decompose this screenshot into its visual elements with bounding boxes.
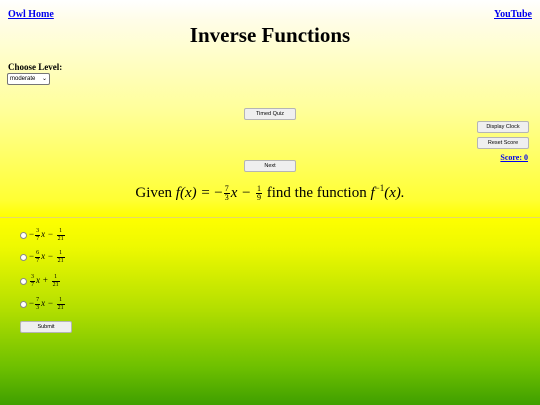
frac-denominator: 7 [36, 235, 40, 242]
option-fraction-b: 1 21 [56, 250, 65, 264]
level-selected-value: moderate [10, 76, 36, 82]
frac-denominator: 9 [256, 193, 261, 203]
display-clock-button[interactable]: Display Clock [477, 121, 529, 133]
page-title: Inverse Functions [189, 23, 351, 47]
option-op: x − [41, 229, 54, 240]
frac-denominator: 21 [52, 281, 59, 288]
frac-denominator: 21 [57, 235, 64, 242]
chevron-down-icon: ⌄ [41, 76, 47, 82]
answer-option-2[interactable]: −6 7 x − 1 21 [20, 250, 66, 264]
frac-denominator: 7 [36, 257, 40, 264]
option-fraction-b: 1 21 [56, 297, 65, 311]
section-divider [0, 217, 540, 218]
youtube-link[interactable]: YouTube [494, 9, 532, 20]
option-op: x + [36, 275, 49, 286]
radio-button[interactable] [20, 231, 27, 239]
question-text: Given f(x) = −7 3 x − 19 find the function… [0, 183, 540, 202]
option-fraction-a: 37 [35, 228, 41, 242]
question-fx: f(x) = [175, 185, 211, 201]
question-prefix: Given [135, 185, 173, 201]
option-op: x − [41, 251, 54, 262]
frac-numerator: 6 [35, 250, 41, 258]
radio-button[interactable] [20, 253, 27, 261]
frac-denominator: 21 [57, 304, 64, 311]
timed-quiz-button[interactable]: Timed Quiz [244, 108, 296, 120]
option-sign: − [29, 298, 35, 309]
frac-numerator: 1 [56, 250, 65, 258]
option-fraction-b: 1 21 [56, 228, 65, 242]
frac-numerator: 3 [30, 274, 35, 282]
level-select[interactable]: moderate ⌄ [7, 73, 50, 85]
bottom-background [0, 217, 540, 405]
radio-button[interactable] [20, 277, 27, 285]
frac-denominator: 3 [36, 304, 40, 311]
next-button[interactable]: Next [244, 160, 296, 172]
question-middle: find the function [266, 185, 367, 201]
option-fraction-b: 1 21 [51, 274, 60, 288]
question-fraction-b: 19 [255, 185, 262, 203]
option-op: x − [41, 298, 54, 309]
reset-score-button[interactable]: Reset Score [477, 137, 529, 149]
frac-denominator: 21 [57, 257, 64, 264]
frac-denominator: 7 [31, 281, 34, 288]
option-sign: − [29, 229, 35, 240]
frac-numerator: 1 [56, 297, 65, 305]
question-fraction-a: 73 [223, 185, 230, 203]
frac-denominator: 3 [224, 193, 229, 203]
frac-numerator: 1 [51, 274, 60, 282]
owl-home-link[interactable]: Owl Home [8, 9, 54, 20]
score-link[interactable]: Score: 0 [500, 153, 528, 162]
answer-option-1[interactable]: −3 7 x − 1 21 [20, 228, 66, 242]
question-sign: − [214, 185, 223, 201]
frac-numerator: 3 [35, 228, 41, 236]
radio-button[interactable] [20, 300, 27, 308]
question-finv-arg: (x). [384, 185, 405, 201]
question-finv-exponent: −1 [374, 183, 385, 193]
question-x-minus: x − [230, 185, 252, 201]
answer-option-3[interactable]: 37x + 1 21 [20, 274, 61, 288]
option-sign: − [29, 251, 35, 262]
option-fraction-a: 73 [35, 297, 41, 311]
frac-numerator: 7 [35, 297, 41, 305]
frac-numerator: 1 [56, 228, 65, 236]
level-label: Choose Level: [8, 62, 63, 72]
option-fraction-a: 37 [30, 274, 35, 288]
option-fraction-a: 67 [35, 250, 41, 264]
submit-button[interactable]: Submit [20, 321, 72, 333]
answer-option-4[interactable]: −7 3 x − 1 21 [20, 297, 66, 311]
